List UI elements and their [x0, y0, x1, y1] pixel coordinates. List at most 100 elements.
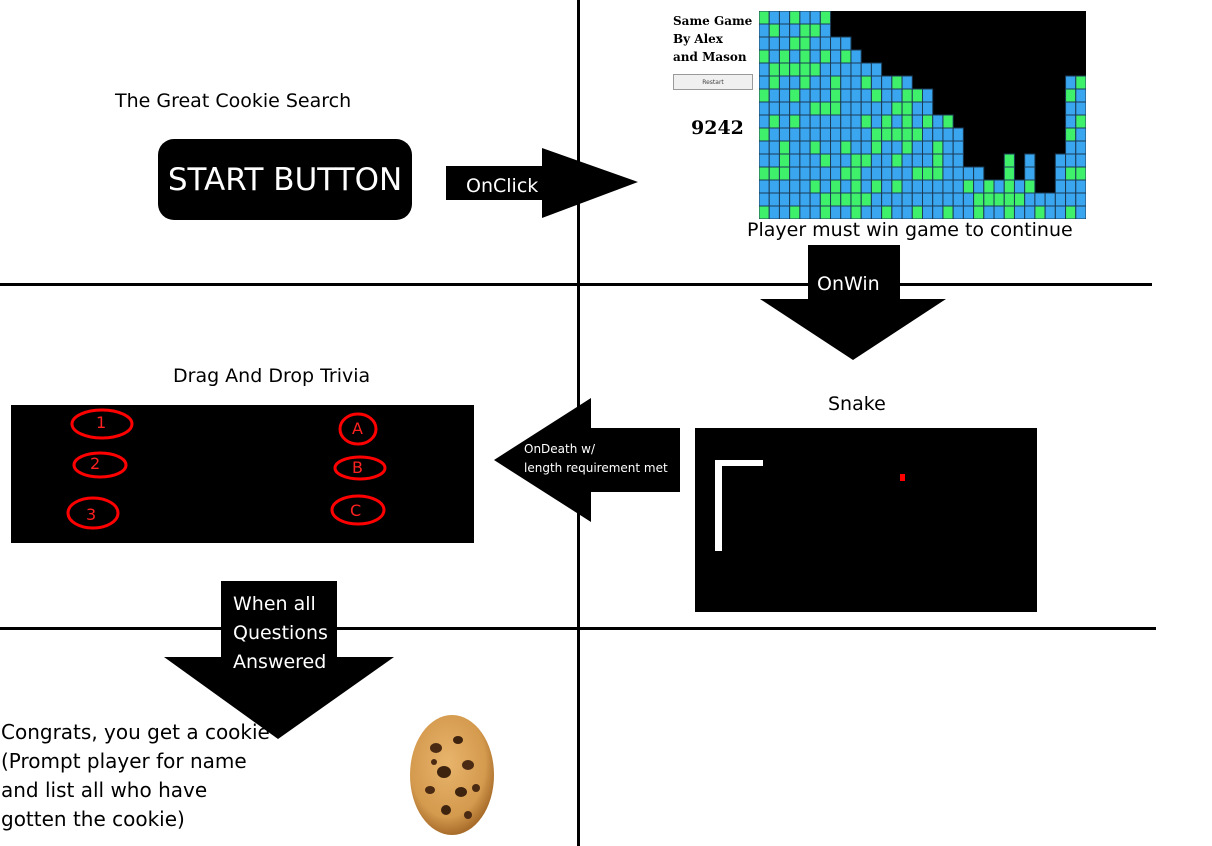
- same-game-tile[interactable]: [778, 140, 791, 155]
- same-game-tile[interactable]: [860, 179, 872, 194]
- same-game-tile[interactable]: [840, 62, 852, 77]
- same-game-tile[interactable]: [850, 101, 862, 116]
- same-game-tile[interactable]: [1065, 101, 1077, 116]
- same-game-tile[interactable]: [870, 62, 883, 77]
- same-game-tile[interactable]: [778, 179, 791, 194]
- same-game-tile[interactable]: [881, 88, 893, 103]
- same-game-tile[interactable]: [789, 127, 801, 142]
- same-game-tile[interactable]: [891, 127, 903, 142]
- same-game-tile[interactable]: [1003, 166, 1015, 181]
- same-game-tile[interactable]: [840, 153, 852, 168]
- same-game-tile[interactable]: [799, 62, 811, 77]
- same-game-tile[interactable]: [759, 166, 770, 181]
- same-game-tile[interactable]: [860, 205, 872, 219]
- same-game-tile[interactable]: [1013, 192, 1026, 207]
- same-game-tile[interactable]: [901, 179, 913, 194]
- same-game-tile[interactable]: [973, 205, 985, 219]
- same-game-tile[interactable]: [870, 179, 883, 194]
- same-game-tile[interactable]: [789, 23, 801, 38]
- same-game-tile[interactable]: [952, 140, 964, 155]
- same-game-tile[interactable]: [932, 205, 944, 219]
- same-game-tile[interactable]: [850, 88, 862, 103]
- same-game-tile[interactable]: [1013, 205, 1026, 219]
- same-game-tile[interactable]: [789, 11, 801, 25]
- same-game-tile[interactable]: [840, 166, 852, 181]
- same-game-tile[interactable]: [809, 114, 821, 129]
- same-game-tile[interactable]: [901, 101, 913, 116]
- same-game-tile[interactable]: [1054, 192, 1067, 207]
- same-game-tile[interactable]: [860, 114, 872, 129]
- same-game-tile[interactable]: [1065, 205, 1077, 219]
- same-game-tile[interactable]: [768, 88, 780, 103]
- same-game-tile[interactable]: [881, 153, 893, 168]
- same-game-tile[interactable]: [789, 62, 801, 77]
- same-game-tile[interactable]: [850, 140, 862, 155]
- same-game-tile[interactable]: [759, 140, 770, 155]
- same-game-tile[interactable]: [778, 23, 791, 38]
- same-game-tile[interactable]: [850, 179, 862, 194]
- same-game-tile[interactable]: [942, 114, 954, 129]
- same-game-tile[interactable]: [881, 75, 893, 90]
- same-game-tile[interactable]: [922, 179, 934, 194]
- same-game-tile[interactable]: [901, 114, 913, 129]
- same-game-tile[interactable]: [1075, 166, 1086, 181]
- same-game-tile[interactable]: [881, 166, 893, 181]
- same-game-tile[interactable]: [768, 62, 780, 77]
- same-game-tile[interactable]: [1065, 192, 1077, 207]
- same-game-tile[interactable]: [860, 127, 872, 142]
- same-game-tile[interactable]: [901, 127, 913, 142]
- same-game-tile[interactable]: [809, 23, 821, 38]
- same-game-tile[interactable]: [870, 192, 883, 207]
- same-game-tile[interactable]: [983, 179, 995, 194]
- same-game-tile[interactable]: [840, 140, 852, 155]
- same-game-tile[interactable]: [1065, 88, 1077, 103]
- same-game-tile[interactable]: [1024, 179, 1036, 194]
- same-game-tile[interactable]: [759, 205, 770, 219]
- same-game-tile[interactable]: [1075, 179, 1086, 194]
- same-game-tile[interactable]: [1075, 153, 1086, 168]
- same-game-tile[interactable]: [1003, 179, 1015, 194]
- same-game-tile[interactable]: [789, 114, 801, 129]
- same-game-tile[interactable]: [1065, 75, 1077, 90]
- same-game-tile[interactable]: [942, 127, 954, 142]
- same-game-tile[interactable]: [768, 205, 780, 219]
- same-game-tile[interactable]: [891, 114, 903, 129]
- same-game-tile[interactable]: [759, 23, 770, 38]
- same-game-tile[interactable]: [799, 49, 811, 64]
- same-game-tile[interactable]: [768, 192, 780, 207]
- same-game-tile[interactable]: [1034, 205, 1046, 219]
- same-game-tile[interactable]: [942, 166, 954, 181]
- same-game-tile[interactable]: [830, 114, 842, 129]
- same-game-tile[interactable]: [768, 127, 780, 142]
- same-game-tile[interactable]: [778, 75, 791, 90]
- same-game-tile[interactable]: [759, 179, 770, 194]
- same-game-tile[interactable]: [1003, 153, 1015, 168]
- same-game-tile[interactable]: [768, 166, 780, 181]
- same-game-tile[interactable]: [799, 205, 811, 219]
- same-game-tile[interactable]: [911, 101, 923, 116]
- same-game-tile[interactable]: [759, 192, 770, 207]
- same-game-tile[interactable]: [768, 179, 780, 194]
- same-game-tile[interactable]: [830, 179, 842, 194]
- same-game-tile[interactable]: [809, 49, 821, 64]
- same-game-tile[interactable]: [962, 192, 975, 207]
- same-game-tile[interactable]: [759, 153, 770, 168]
- same-game-tile[interactable]: [911, 88, 923, 103]
- same-game-tile[interactable]: [942, 153, 954, 168]
- same-game-tile[interactable]: [1054, 166, 1067, 181]
- same-game-tile[interactable]: [942, 192, 954, 207]
- same-game-tile[interactable]: [860, 88, 872, 103]
- same-game-tile[interactable]: [830, 127, 842, 142]
- same-game-tile[interactable]: [952, 205, 964, 219]
- same-game-tile[interactable]: [952, 127, 964, 142]
- same-game-tile[interactable]: [1075, 127, 1086, 142]
- same-game-tile[interactable]: [962, 179, 975, 194]
- same-game-tile[interactable]: [922, 205, 934, 219]
- same-game-tile[interactable]: [789, 75, 801, 90]
- same-game-tile[interactable]: [759, 101, 770, 116]
- same-game-tile[interactable]: [809, 88, 821, 103]
- same-game-tile[interactable]: [819, 101, 832, 116]
- same-game-tile[interactable]: [778, 101, 791, 116]
- same-game-tile[interactable]: [952, 179, 964, 194]
- same-game-tile[interactable]: [993, 205, 1005, 219]
